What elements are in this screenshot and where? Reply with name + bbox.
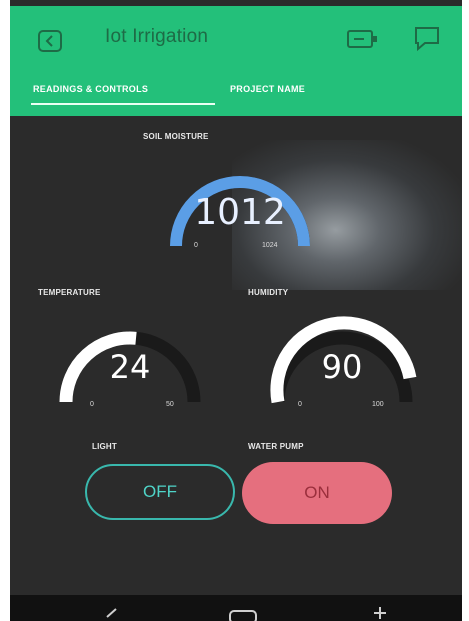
phone-screen: Iot Irrigation READINGS & CONTROLS PROJE… — [10, 0, 462, 621]
soil-moisture-min: 0 — [194, 242, 198, 249]
temperature-max: 50 — [166, 401, 174, 408]
app-title: Iot Irrigation — [105, 26, 209, 47]
active-tab-indicator — [31, 103, 215, 105]
nav-back-icon[interactable] — [102, 607, 120, 621]
soil-moisture-max: 1024 — [262, 242, 278, 249]
chat-icon[interactable] — [412, 24, 442, 52]
soil-moisture-gauge: 1012 — [170, 176, 310, 247]
humidity-max: 100 — [372, 401, 384, 408]
back-icon[interactable] — [36, 28, 64, 54]
tab-readings-controls[interactable]: READINGS & CONTROLS — [33, 84, 148, 94]
humidity-min: 0 — [298, 401, 302, 408]
light-label: LIGHT — [92, 442, 117, 451]
water-pump-toggle-button[interactable]: ON — [242, 462, 392, 524]
nav-home-icon[interactable] — [228, 609, 258, 621]
humidity-value: 90 — [322, 348, 363, 386]
soil-moisture-value: 1012 — [194, 192, 286, 233]
battery-icon[interactable] — [346, 28, 380, 50]
light-toggle-button[interactable]: OFF — [85, 464, 235, 520]
system-nav-bar — [10, 595, 462, 621]
temperature-gauge: 24 — [59, 331, 201, 403]
humidity-gauge: 90 — [270, 316, 417, 404]
tab-project-name[interactable]: PROJECT NAME — [230, 84, 305, 94]
app-bar: Iot Irrigation READINGS & CONTROLS PROJE… — [10, 6, 462, 116]
temperature-min: 0 — [90, 401, 94, 408]
temperature-value: 24 — [110, 348, 151, 386]
nav-recents-icon[interactable] — [372, 605, 388, 621]
water-pump-label: WATER PUMP — [248, 442, 304, 451]
